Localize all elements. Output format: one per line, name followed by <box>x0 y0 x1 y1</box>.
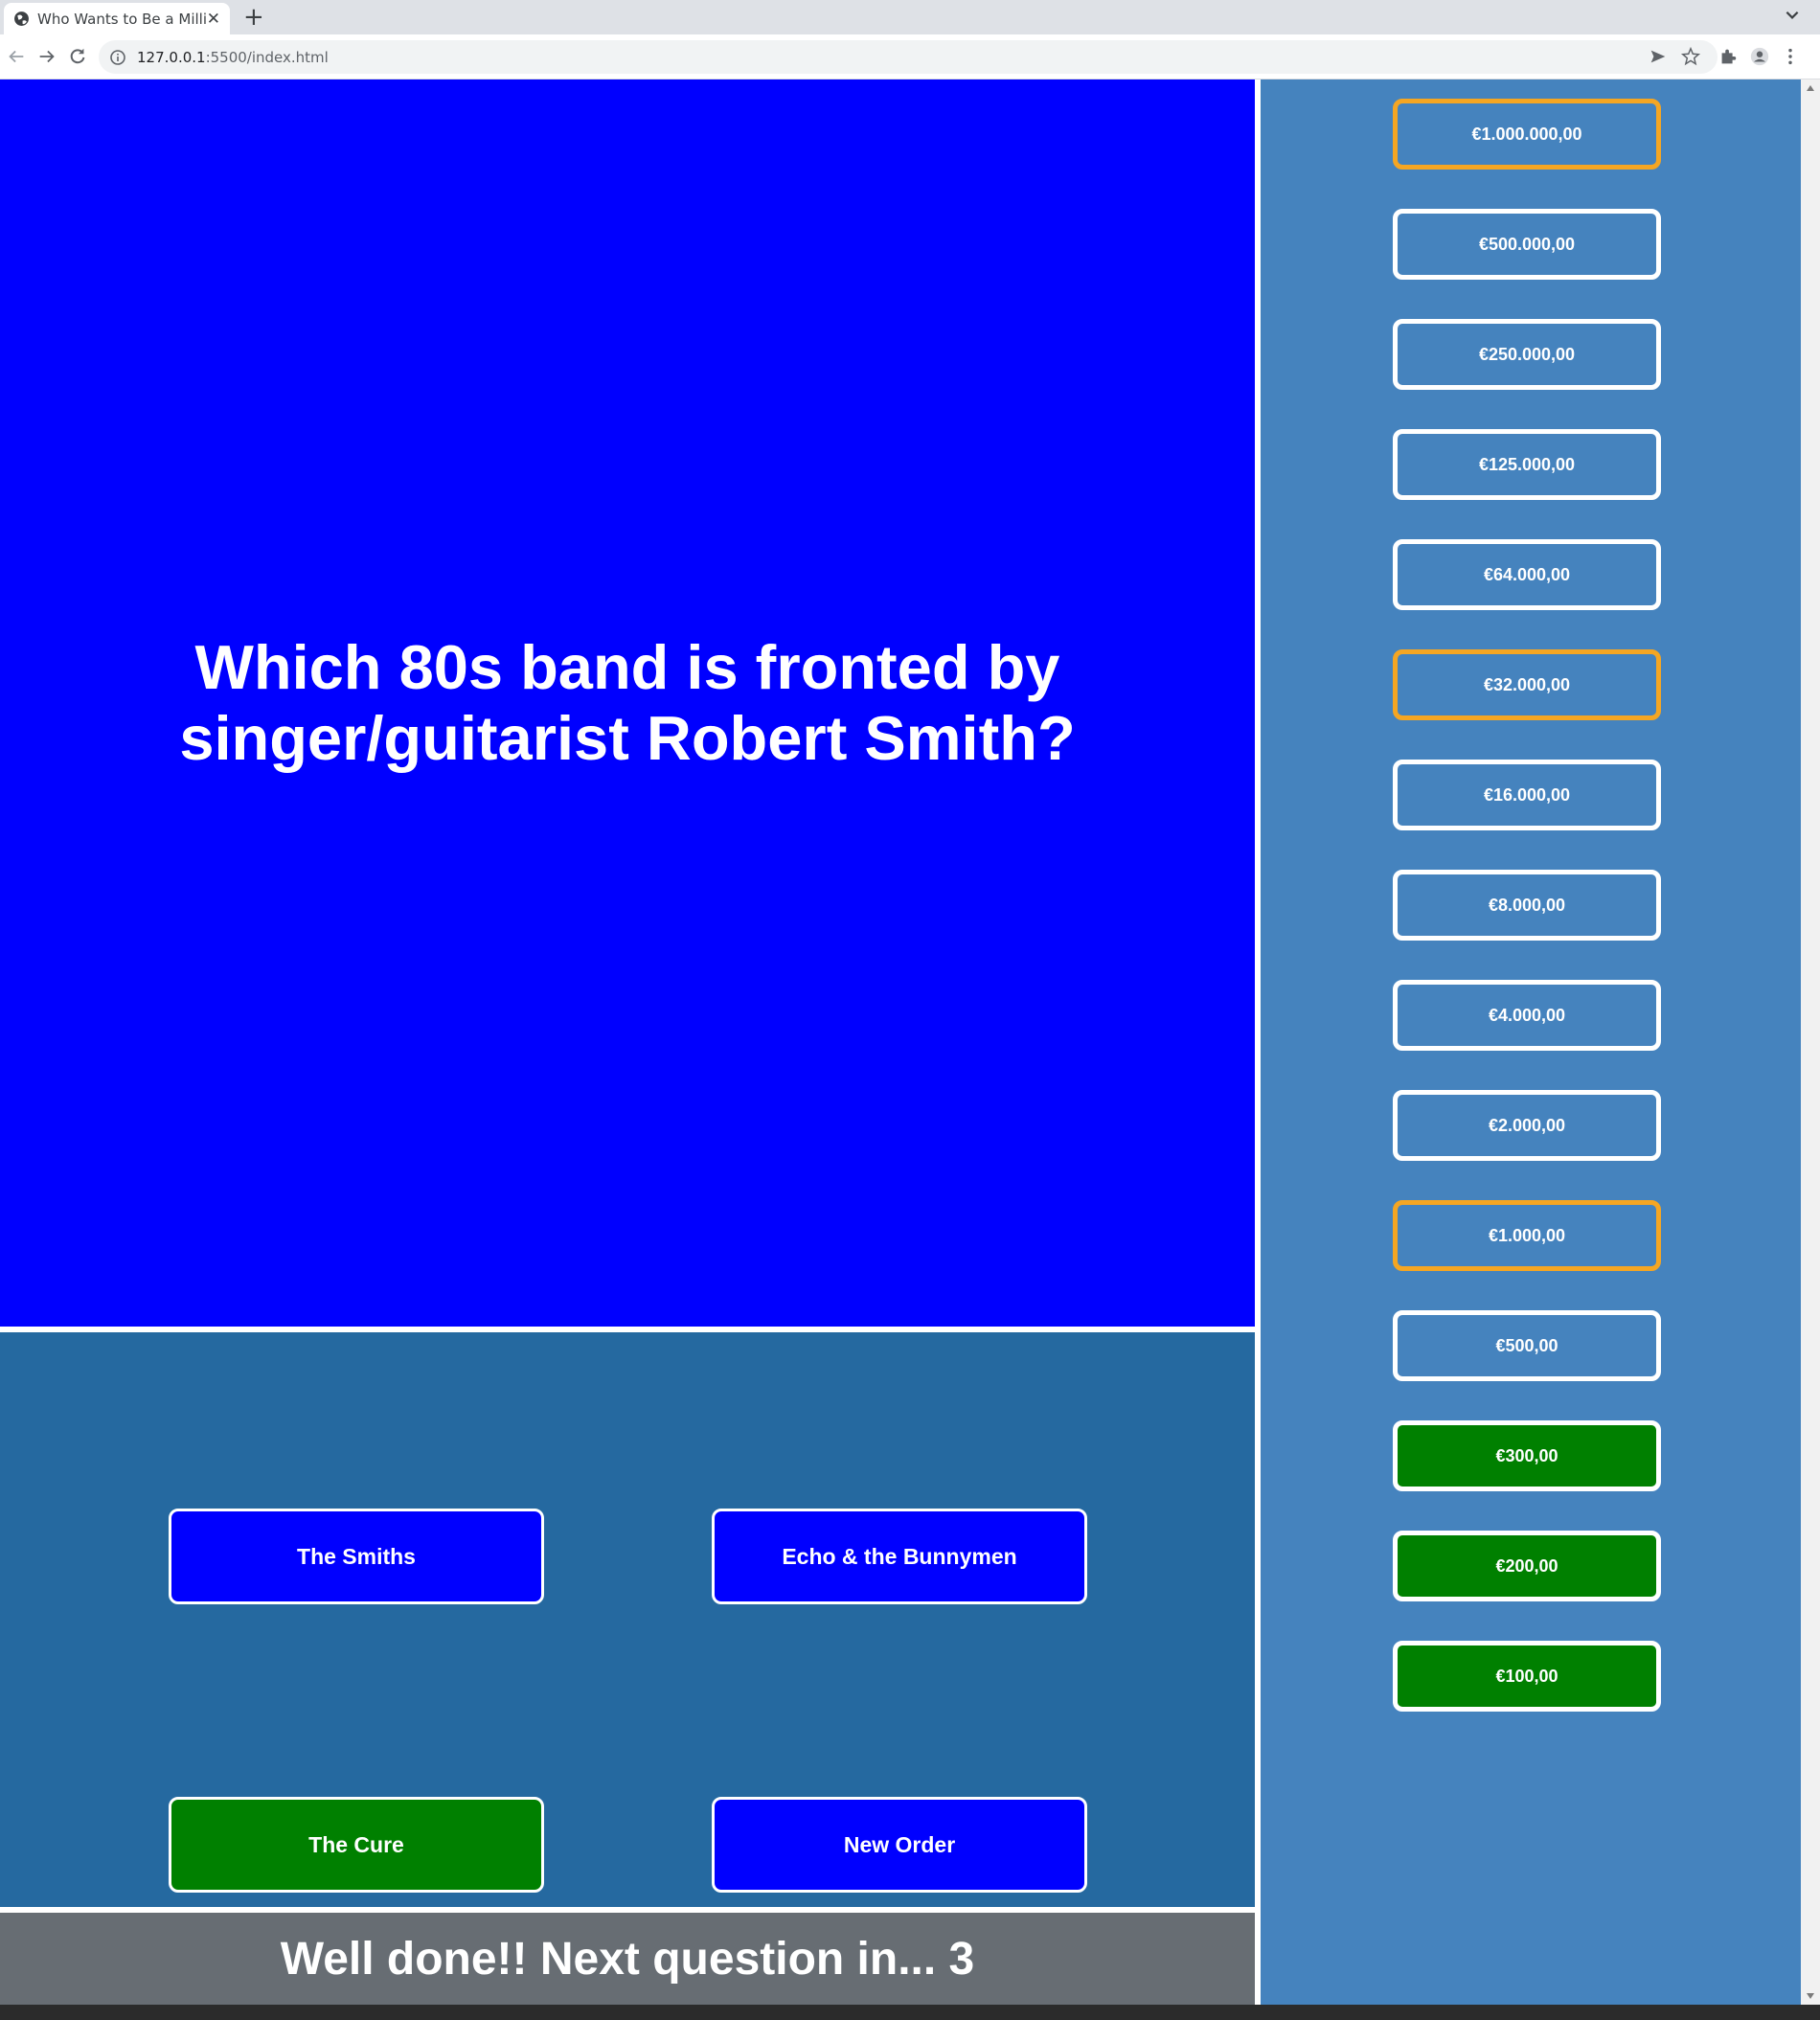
answer-button-b[interactable]: Echo & the Bunnymen <box>712 1509 1087 1604</box>
tab-title: Who Wants to Be a Millionaire <box>37 10 206 28</box>
page-scrollbar[interactable] <box>1801 79 1820 2005</box>
url-text: 127.0.0.1:5500/index.html <box>137 49 329 66</box>
more-icon[interactable] <box>1780 46 1801 67</box>
close-icon[interactable]: ✕ <box>207 10 220 29</box>
url-path: :5500/index.html <box>205 48 329 66</box>
back-icon[interactable] <box>6 46 27 67</box>
info-icon[interactable] <box>108 48 127 67</box>
globe-icon <box>14 11 29 26</box>
answer-button-a[interactable]: The Smiths <box>169 1509 544 1604</box>
address-bar[interactable]: 127.0.0.1:5500/index.html <box>99 40 1718 74</box>
prize-level: €200,00 <box>1393 1531 1661 1601</box>
reload-icon[interactable] <box>67 46 88 67</box>
prize-level: €250.000,00 <box>1393 319 1661 390</box>
prize-level: €8.000,00 <box>1393 870 1661 941</box>
answer-button-d[interactable]: New Order <box>712 1797 1087 1893</box>
prize-level: €32.000,00 <box>1393 649 1661 720</box>
question-text: Which 80s band is fronted by singer/guit… <box>179 632 1076 773</box>
prize-level: €125.000,00 <box>1393 429 1661 500</box>
status-bar: Well done!! Next question in... 3 <box>0 1913 1255 2005</box>
browser-tab[interactable]: Who Wants to Be a Millionaire ✕ <box>4 3 230 34</box>
prize-level: €300,00 <box>1393 1420 1661 1491</box>
answer-button-c[interactable]: The Cure <box>169 1797 544 1893</box>
prize-level: €16.000,00 <box>1393 760 1661 830</box>
prize-level: €64.000,00 <box>1393 539 1661 610</box>
puzzle-icon[interactable] <box>1718 46 1739 67</box>
star-icon[interactable] <box>1680 46 1701 67</box>
game-page: Which 80s band is fronted by singer/guit… <box>0 79 1801 2005</box>
scroll-down-icon[interactable] <box>1807 1993 1814 1999</box>
desktop-edge <box>0 2005 1820 2020</box>
send-icon[interactable] <box>1648 46 1669 67</box>
prize-level: €2.000,00 <box>1393 1090 1661 1161</box>
answers-panel: The Smiths Echo & the Bunnymen The Cure … <box>0 1332 1255 1907</box>
browser-toolbar: 127.0.0.1:5500/index.html <box>0 34 1820 79</box>
prize-level: €500.000,00 <box>1393 209 1661 280</box>
chevron-down-icon[interactable] <box>1784 6 1801 23</box>
profile-icon[interactable] <box>1749 46 1770 67</box>
prize-level: €4.000,00 <box>1393 980 1661 1051</box>
prize-level: €100,00 <box>1393 1641 1661 1712</box>
plus-icon[interactable]: + <box>243 4 264 31</box>
scroll-up-icon[interactable] <box>1807 85 1814 91</box>
prize-level: €1.000,00 <box>1393 1200 1661 1271</box>
prize-level: €1.000.000,00 <box>1393 99 1661 170</box>
url-host: 127.0.0.1 <box>137 48 206 66</box>
forward-icon[interactable] <box>36 46 57 67</box>
question-panel: Which 80s band is fronted by singer/guit… <box>0 79 1255 1327</box>
status-text: Well done!! Next question in... 3 <box>280 1933 975 1985</box>
prize-ladder: €1.000.000,00 €500.000,00 €250.000,00 €1… <box>1261 79 1801 2005</box>
prize-level: €500,00 <box>1393 1310 1661 1381</box>
tab-strip: Who Wants to Be a Millionaire ✕ + <box>0 0 1820 34</box>
